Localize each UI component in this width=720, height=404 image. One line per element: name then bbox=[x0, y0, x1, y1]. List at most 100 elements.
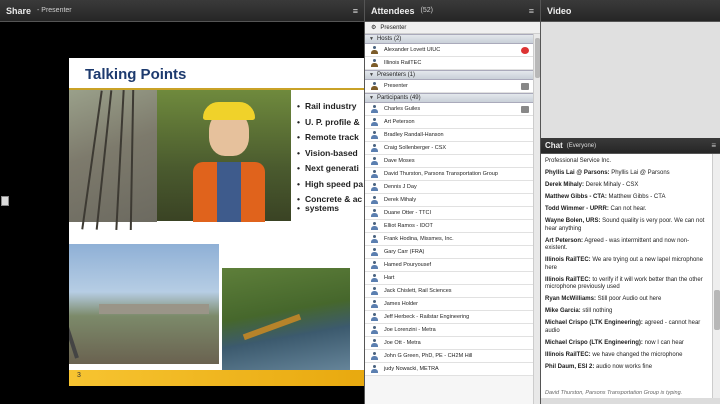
rail-yard-photo bbox=[69, 89, 157, 231]
chat-input-bar[interactable] bbox=[541, 398, 720, 404]
participant-person-icon bbox=[371, 300, 378, 308]
slide-footer-bar bbox=[69, 370, 364, 386]
participant-person-icon bbox=[371, 157, 378, 165]
attendee-row[interactable]: Presenter bbox=[365, 80, 535, 93]
pod-resize-handle[interactable] bbox=[1, 196, 9, 206]
meeting-room: Share - Presenter ≡ Talking Points • Rai… bbox=[0, 0, 720, 404]
slide-bullet: Next generati bbox=[297, 164, 364, 174]
attendee-row[interactable]: Hamed Pouryousef bbox=[365, 259, 535, 272]
attendees-header: Attendees (52) ≡ bbox=[365, 0, 540, 22]
attendee-row[interactable]: James Holder bbox=[365, 298, 535, 311]
chat-message: Professional Service Inc. bbox=[545, 158, 612, 164]
attendee-row[interactable]: Illinois RailTEC bbox=[365, 57, 535, 70]
participant-person-icon bbox=[371, 313, 378, 321]
attendee-row[interactable]: Gary Carr (FRA) bbox=[365, 246, 535, 259]
chat-pod: Chat (Everyone) ≡ Professional Service I… bbox=[541, 138, 720, 404]
chat-message: Ryan McWilliams: Still poor Audio out he… bbox=[545, 296, 662, 302]
chat-message: Illinois RailTEC: we have changed the mi… bbox=[545, 351, 683, 358]
collapse-triangle-icon: ▼ bbox=[369, 95, 374, 101]
share-subtitle: - Presenter bbox=[37, 7, 72, 14]
attendee-row[interactable]: David Thurston, Parsons Transportation G… bbox=[365, 168, 535, 181]
bridge-construction-photo bbox=[69, 244, 219, 364]
host-person-icon bbox=[371, 46, 378, 54]
attendee-row[interactable]: Charles Guiles bbox=[365, 103, 535, 116]
share-title: Share bbox=[6, 5, 32, 16]
participant-person-icon bbox=[371, 287, 378, 295]
presenter-person-icon bbox=[371, 82, 378, 90]
chat-message: Art Peterson: Agreed - was intermittent … bbox=[545, 237, 690, 252]
participant-person-icon bbox=[371, 209, 378, 217]
chat-scroll-thumb[interactable] bbox=[714, 290, 720, 330]
attendee-row[interactable]: judy Nowacki, METRA bbox=[365, 363, 535, 376]
attendees-scrollbar[interactable] bbox=[533, 34, 540, 404]
chat-message: Phil Daum, ESI 2: audio now works fine bbox=[545, 363, 653, 370]
slide-page-number: 3 bbox=[77, 372, 81, 379]
participants-section-header[interactable]: ▼ Participants (49) bbox=[365, 93, 535, 103]
chat-message: Illinois RailTEC: We are trying out a ne… bbox=[545, 257, 703, 271]
participant-person-icon bbox=[371, 339, 378, 347]
chat-scrollbar[interactable] bbox=[712, 154, 720, 404]
attendee-row[interactable]: Hart bbox=[365, 272, 535, 285]
share-pod-header: Share - Presenter ≡ bbox=[0, 0, 364, 22]
attendee-row[interactable]: Jack Chislett, Rail Sciences bbox=[365, 285, 535, 298]
presenters-section-header[interactable]: ▼ Presenters (1) bbox=[365, 70, 535, 80]
attendee-row[interactable]: John G Green, PhD, PE - CH2M Hill bbox=[365, 350, 535, 363]
attendee-row[interactable]: Joe Lorenzini - Metra bbox=[365, 324, 535, 337]
slide-title: Talking Points bbox=[85, 66, 187, 83]
attendee-row[interactable]: Elliot Ramos - IDOT bbox=[365, 220, 535, 233]
participant-person-icon bbox=[371, 183, 378, 191]
attendees-role-bar[interactable]: ⚙ Presenter bbox=[365, 22, 540, 34]
camera-icon bbox=[521, 83, 529, 90]
participant-person-icon bbox=[371, 105, 378, 113]
river-train-photo bbox=[222, 268, 350, 380]
participant-person-icon bbox=[371, 222, 378, 230]
attendee-list: ▼ Hosts (2) Alexander Lovett UIUC Illino… bbox=[365, 34, 535, 404]
slide-bullet-continuation: systems bbox=[297, 204, 364, 214]
chat-menu-icon[interactable]: ≡ bbox=[711, 141, 716, 150]
slide-bullet: Rail industry bbox=[297, 102, 364, 112]
share-pod: Share - Presenter ≡ Talking Points • Rai… bbox=[0, 0, 364, 404]
slide-bullet: Vision-based bbox=[297, 148, 364, 158]
attendee-row[interactable]: Bradley Randall-Hanson bbox=[365, 129, 535, 142]
participant-person-icon bbox=[371, 274, 378, 282]
chat-header: Chat (Everyone) ≡ bbox=[541, 138, 720, 154]
attendee-row[interactable]: Jeff Herbeck - Railstar Engineering bbox=[365, 311, 535, 324]
attendees-scroll-thumb[interactable] bbox=[535, 38, 540, 78]
collapse-triangle-icon: ▼ bbox=[369, 72, 374, 78]
presentation-slide: Talking Points Rail industry U. P. bbox=[69, 58, 364, 386]
host-person-icon bbox=[371, 59, 378, 67]
chat-messages: Professional Service Inc. Phyllis Lai @ … bbox=[541, 154, 712, 390]
collapse-triangle-icon: ▼ bbox=[369, 36, 374, 42]
hosts-section-header[interactable]: ▼ Hosts (2) bbox=[365, 34, 535, 44]
attendee-row[interactable]: Derek Mihaly bbox=[365, 194, 535, 207]
participant-person-icon bbox=[371, 118, 378, 126]
attendees-menu-icon[interactable]: ≡ bbox=[529, 6, 534, 16]
chat-message: Michael Crispo (LTK Engineering): agreed… bbox=[545, 320, 701, 334]
camera-icon bbox=[521, 106, 529, 113]
slide-bullet-list: Rail industry U. P. profile & Remote tra… bbox=[297, 102, 364, 220]
participant-person-icon bbox=[371, 248, 378, 256]
chat-title: Chat bbox=[545, 141, 563, 150]
slide-bullet: U. P. profile & bbox=[297, 117, 364, 127]
role-label: Presenter bbox=[380, 24, 407, 31]
video-pod: Video bbox=[541, 0, 720, 138]
share-menu-icon[interactable]: ≡ bbox=[353, 6, 358, 16]
participant-person-icon bbox=[371, 196, 378, 204]
participant-person-icon bbox=[371, 365, 378, 373]
participant-person-icon bbox=[371, 352, 378, 360]
attendee-row[interactable]: Frank Hodina, Missmes, Inc. bbox=[365, 233, 535, 246]
chat-message: Mike Garcia: still nothing bbox=[545, 308, 613, 314]
attendees-title: Attendees bbox=[371, 5, 415, 16]
participant-person-icon bbox=[371, 235, 378, 243]
participant-person-icon bbox=[371, 144, 378, 152]
attendee-row[interactable]: Duane Otter - TTCI bbox=[365, 207, 535, 220]
attendee-row[interactable]: Alexander Lovett UIUC bbox=[365, 44, 535, 57]
attendee-row[interactable]: Dave Moses bbox=[365, 155, 535, 168]
chat-message: Matthew Gibbs - CTA: Matthew Gibbs - CTA bbox=[545, 194, 666, 200]
chat-message: Derek Mihaly: Derek Mihaly - CSX bbox=[545, 182, 639, 188]
attendee-row[interactable]: Dennis J Day bbox=[365, 181, 535, 194]
attendee-row[interactable]: Joe Ott - Metra bbox=[365, 337, 535, 350]
attendee-row[interactable]: Craig Sollenberger - CSX bbox=[365, 142, 535, 155]
attendee-row[interactable]: Art Peterson bbox=[365, 116, 535, 129]
chat-message: Illinois RailTEC: to verify if it will w… bbox=[545, 276, 703, 291]
